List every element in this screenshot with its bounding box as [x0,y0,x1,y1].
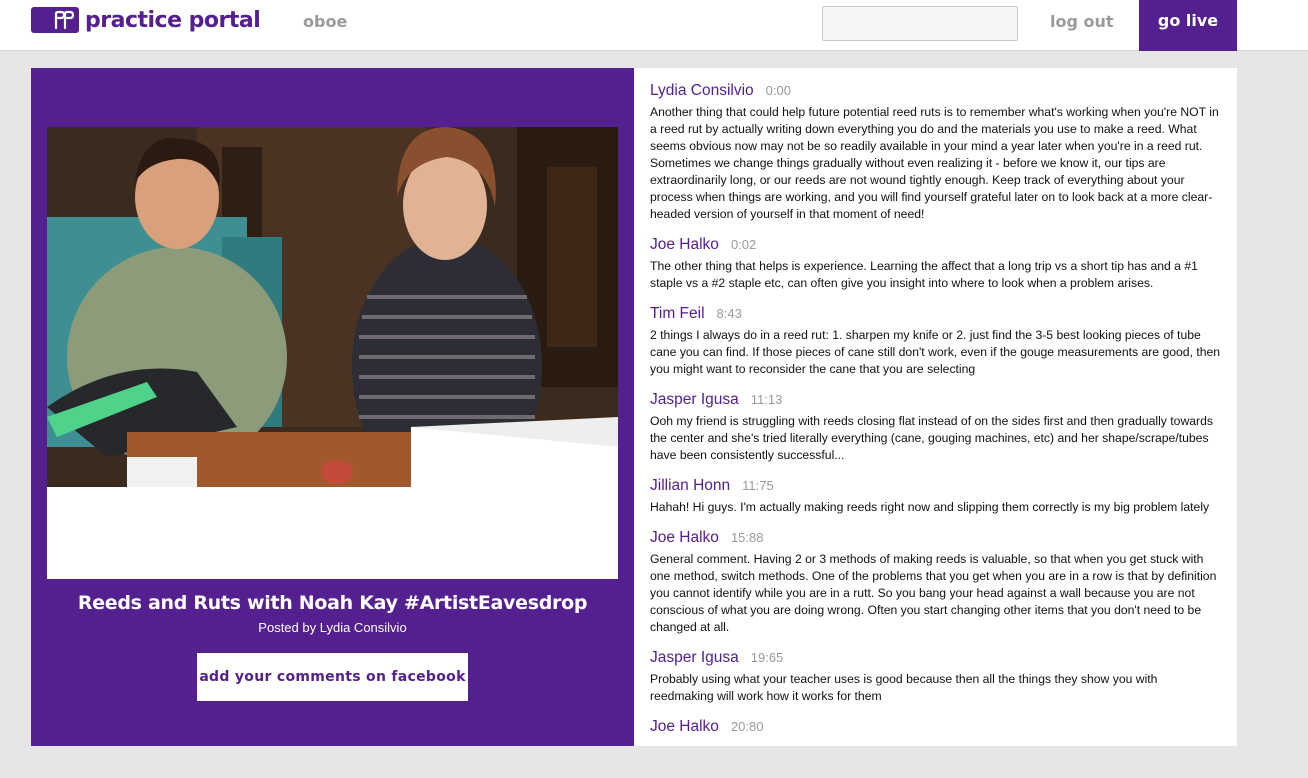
nav-instrument-link[interactable]: oboe [303,12,347,31]
comment-item: Joe Halko 0:02 The other thing that help… [650,236,1223,292]
comment-timestamp[interactable]: 11:75 [742,478,774,493]
comment-item: Joe Halko 15:88 General comment. Having … [650,529,1223,636]
comment-text: The other thing that helps is experience… [650,259,1198,290]
comment-author[interactable]: Joe Halko [650,718,719,736]
comment-text: Probably using what your teacher uses is… [650,672,1158,703]
comment-text: Another thing that could help future pot… [650,105,1219,221]
video-panel: Reeds and Ruts with Noah Kay #ArtistEave… [31,68,634,746]
comment-timestamp[interactable]: 15:88 [731,530,764,545]
practice-portal-logo[interactable]: practice portal [31,7,261,33]
logo-text: practice portal [85,7,261,33]
comment-item: Joe Halko 20:80 [650,718,1223,740]
top-navigation-bar: practice portal oboe log out go live [0,0,1308,51]
comment-timestamp[interactable]: 0:02 [731,237,756,252]
go-live-button[interactable]: go live [1139,0,1237,51]
comment-timestamp[interactable]: 20:80 [731,719,764,734]
comment-feed[interactable]: Lydia Consilvio 0:00 Another thing that … [634,68,1237,746]
search-input[interactable] [822,6,1018,41]
comment-item: Jasper Igusa 19:65 Probably using what y… [650,649,1223,705]
comment-author[interactable]: Tim Feil [650,305,705,323]
logo-pp-icon [31,7,79,33]
facebook-comments-button[interactable]: add your comments on facebook [197,653,468,701]
comment-item: Lydia Consilvio 0:00 Another thing that … [650,82,1223,223]
comment-timestamp[interactable]: 0:00 [766,83,791,98]
video-player[interactable] [47,127,618,579]
comment-timestamp[interactable]: 8:43 [717,306,742,321]
video-title: Reeds and Ruts with Noah Kay #ArtistEave… [77,592,588,614]
comment-author[interactable]: Joe Halko [650,529,719,547]
comment-author[interactable]: Jillian Honn [650,477,730,495]
comment-text: Ooh my friend is struggling with reeds c… [650,414,1213,462]
logout-link[interactable]: log out [1050,12,1114,31]
comment-author[interactable]: Jasper Igusa [650,649,739,667]
comment-text: Hahah! Hi guys. I'm actually making reed… [650,500,1210,514]
comment-timestamp[interactable]: 11:13 [751,392,783,407]
comment-author[interactable]: Lydia Consilvio [650,82,754,100]
comment-item: Tim Feil 8:43 2 things I always do in a … [650,305,1223,378]
comment-item: Jasper Igusa 11:13 Ooh my friend is stru… [650,391,1223,464]
comment-text: 2 things I always do in a reed rut: 1. s… [650,328,1221,376]
comment-author[interactable]: Jasper Igusa [650,391,739,409]
video-byline: Posted by Lydia Consilvio [258,620,407,635]
video-still-image [47,127,618,487]
comment-text: General comment. Having 2 or 3 methods o… [650,552,1217,634]
comment-item: Jillian Honn 11:75 Hahah! Hi guys. I'm a… [650,477,1223,516]
comment-author[interactable]: Joe Halko [650,236,719,254]
comment-timestamp[interactable]: 19:65 [751,650,784,665]
